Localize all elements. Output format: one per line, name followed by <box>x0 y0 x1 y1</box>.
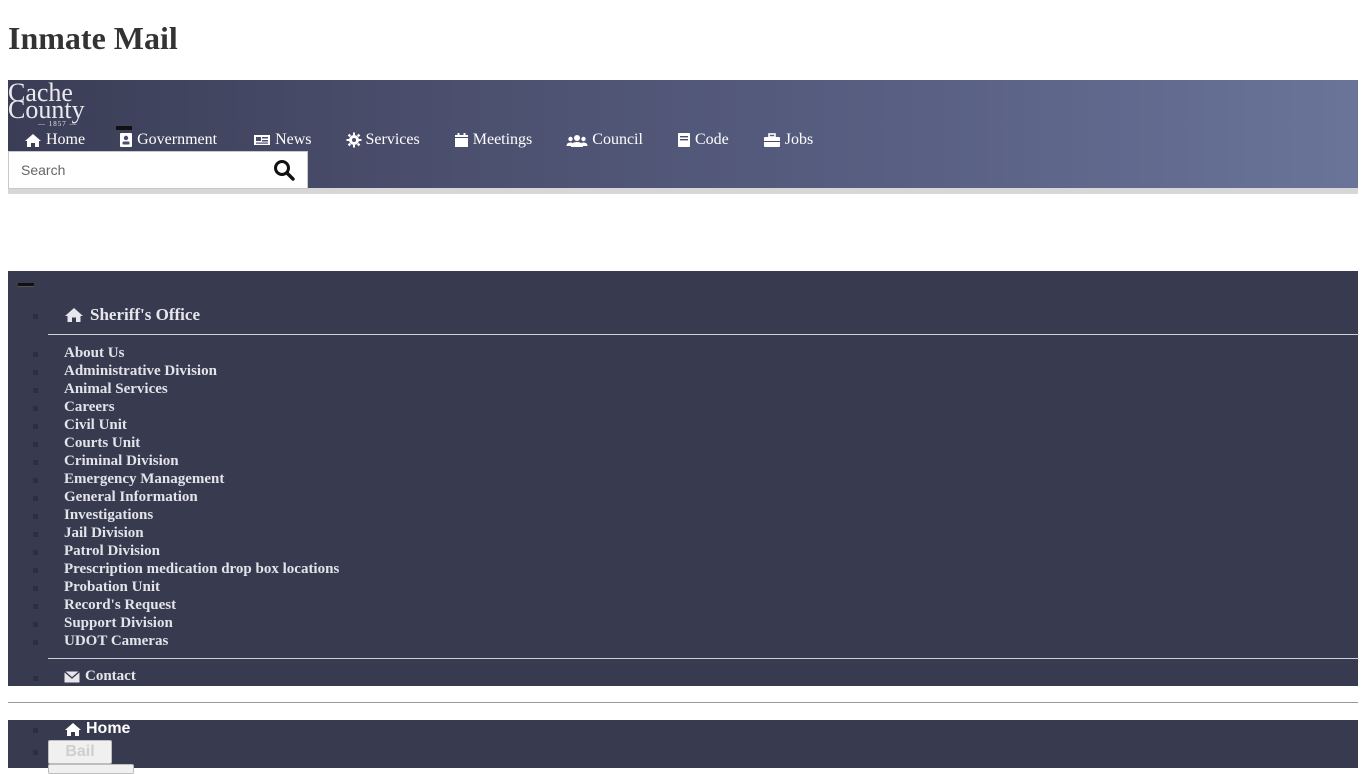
sidebar-link-udot-cameras[interactable]: UDOT Cameras <box>64 632 339 650</box>
nav-code[interactable]: Code <box>677 131 729 149</box>
list-bullet <box>33 314 38 319</box>
list-bullet <box>33 568 38 573</box>
bail-button[interactable]: Bail <box>48 740 112 764</box>
nav-government[interactable]: Government <box>119 131 217 149</box>
top-navigation: Home Government News Services Meetings C… <box>24 128 847 152</box>
nav-services-label: Services <box>365 131 420 148</box>
sidebar-link-careers[interactable]: Careers <box>64 398 339 416</box>
envelope-icon <box>64 670 80 682</box>
list-bullet <box>33 604 38 609</box>
sidebar-toggle[interactable] <box>18 283 34 287</box>
briefcase-icon <box>763 132 780 147</box>
sidebar-link-administrative-division[interactable]: Administrative Division <box>64 362 339 380</box>
list-bullet <box>33 352 38 357</box>
sidebar-divider <box>48 334 1359 335</box>
list-bullet <box>33 406 38 411</box>
list-bullet <box>33 478 38 483</box>
sidebar-link-about-us[interactable]: About Us <box>64 344 339 362</box>
home-icon <box>65 722 81 736</box>
nav-jobs[interactable]: Jobs <box>763 131 813 149</box>
list-bullet <box>33 676 38 681</box>
bottom-home-label: Home <box>86 720 131 737</box>
sidebar-link-emergency-management[interactable]: Emergency Management <box>64 470 339 488</box>
sidebar-link-courts-unit[interactable]: Courts Unit <box>64 434 339 452</box>
nav-news[interactable]: News <box>253 131 312 149</box>
list-bullet <box>33 622 38 627</box>
book-icon <box>677 133 690 147</box>
sidebar-link-civil-unit[interactable]: Civil Unit <box>64 416 339 434</box>
list-bullet <box>33 388 38 393</box>
list-bullet <box>33 750 38 755</box>
sidebar-link-criminal-division[interactable]: Criminal Division <box>64 452 339 470</box>
page-title: Inmate Mail <box>8 20 178 56</box>
sidebar-link-animal-services[interactable]: Animal Services <box>64 380 339 398</box>
search-box <box>8 151 308 189</box>
nav-code-label: Code <box>694 131 729 148</box>
newspaper-icon <box>254 135 271 145</box>
list-bullet <box>33 586 38 591</box>
sidebar-link-prescription-drop-box[interactable]: Prescription medication drop box locatio… <box>64 560 339 578</box>
sidebar-divider <box>48 658 1359 659</box>
nav-jobs-label: Jobs <box>784 131 814 148</box>
nav-news-label: News <box>275 131 312 148</box>
county-logo[interactable]: Cache County — 1857 — <box>8 80 108 130</box>
list-bullet <box>33 514 38 519</box>
list-bullet <box>33 640 38 645</box>
list-bullet <box>33 460 38 465</box>
list-bullet <box>33 370 38 375</box>
calendar-icon <box>454 133 468 147</box>
id-card-icon <box>120 133 133 147</box>
bottom-home-link[interactable]: Home <box>64 720 130 738</box>
list-bullet <box>33 728 38 733</box>
nav-home[interactable]: Home <box>24 131 85 149</box>
horizontal-rule <box>8 702 1358 703</box>
list-bullet <box>33 550 38 555</box>
nav-council[interactable]: Council <box>566 131 643 149</box>
list-bullet <box>33 442 38 447</box>
list-bullet <box>33 496 38 501</box>
list-bullet <box>33 424 38 429</box>
nav-meetings[interactable]: Meetings <box>454 131 533 149</box>
bottom-navigation <box>8 720 1358 768</box>
nav-meetings-label: Meetings <box>472 131 533 148</box>
nav-government-label: Government <box>137 131 218 148</box>
sidebar-heading-label: Sheriff's Office <box>90 305 200 324</box>
home-icon <box>25 133 41 147</box>
sidebar-link-support-division[interactable]: Support Division <box>64 614 339 632</box>
sidebar-heading[interactable]: Sheriff's Office <box>64 305 200 325</box>
nav-council-label: Council <box>592 131 643 148</box>
users-icon <box>566 134 588 147</box>
search-button[interactable] <box>273 159 297 183</box>
next-nav-button[interactable] <box>48 764 134 774</box>
sidebar-link-jail-division[interactable]: Jail Division <box>64 524 339 542</box>
nav-home-label: Home <box>46 131 86 148</box>
sidebar-contact[interactable]: Contact <box>64 668 136 685</box>
sidebar-contact-label: Contact <box>85 668 136 684</box>
sidebar-link-general-information[interactable]: General Information <box>64 488 339 506</box>
sidebar-link-records-request[interactable]: Record's Request <box>64 596 339 614</box>
search-input[interactable] <box>9 152 259 188</box>
list-bullet <box>33 532 38 537</box>
sidebar-link-patrol-division[interactable]: Patrol Division <box>64 542 339 560</box>
sidebar-link-investigations[interactable]: Investigations <box>64 506 339 524</box>
search-icon <box>274 160 295 181</box>
logo-est-year: — 1857 — <box>38 120 78 128</box>
home-icon <box>65 308 83 322</box>
sidebar-link-probation-unit[interactable]: Probation Unit <box>64 578 339 596</box>
nav-services[interactable]: Services <box>346 131 420 149</box>
sidebar-links: About Us Administrative Division Animal … <box>64 344 339 650</box>
gear-icon <box>346 132 362 148</box>
